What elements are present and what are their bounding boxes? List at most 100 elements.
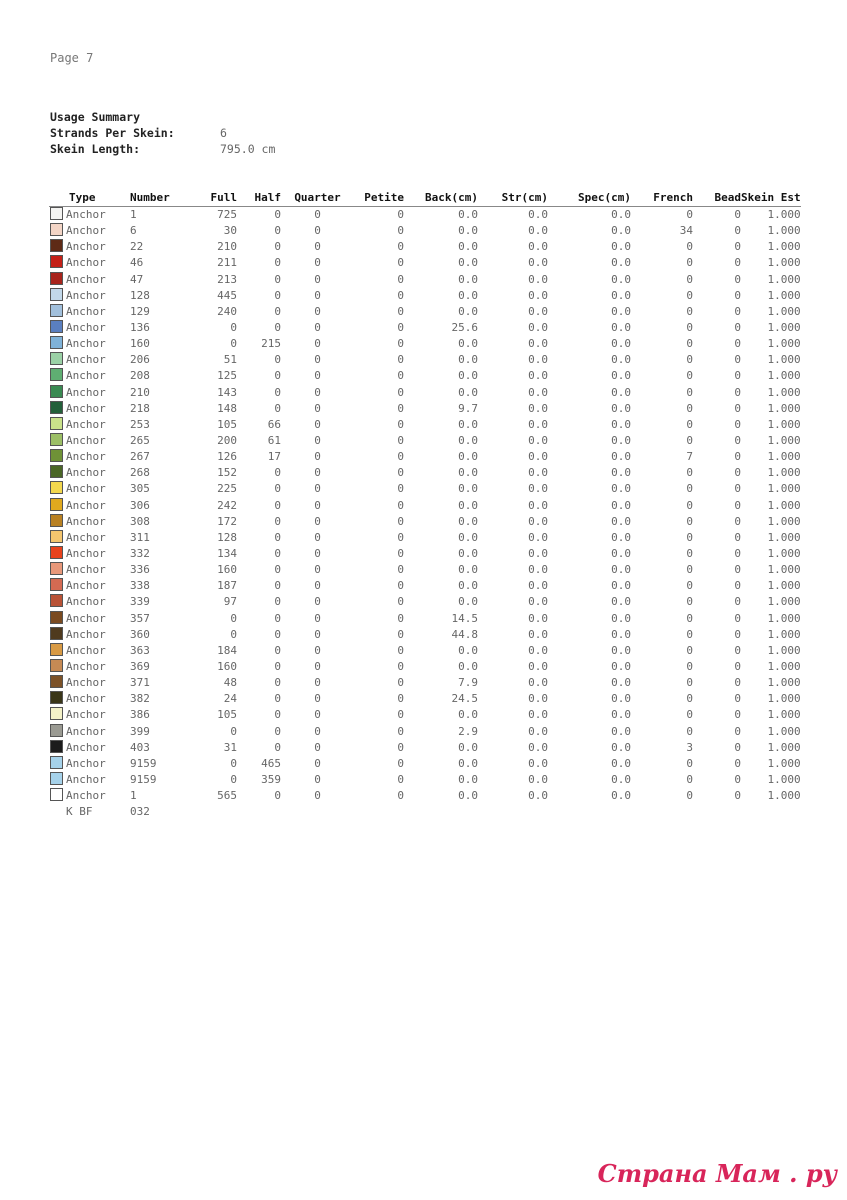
cell-quarter: 0 [314,595,321,609]
cell-petite: 0 [397,756,404,770]
cell-half: 0 [274,627,281,641]
cell-bead: 0 [734,627,741,641]
color-swatch [50,707,63,721]
cell-full: 225 [217,482,237,496]
cell-quarter: 0 [314,320,321,334]
cell-bead: 0 [734,563,741,577]
header-str: Str(cm) [478,188,548,207]
color-swatch [50,658,63,672]
cell-back: 0.0 [458,579,478,593]
cell-skein: 1.000 [767,611,801,625]
table-row: Anchor 9159 0 465 0 0 0.0 0.0 0.0 0 0 1.000 [49,755,801,772]
cell-french: 0 [686,256,693,270]
cell-back: 0.0 [458,433,478,447]
cell-full: 187 [217,579,237,593]
cell-skein: 1.000 [767,401,801,415]
cell-bead: 0 [734,659,741,673]
cell-spec: 0.0 [611,288,631,302]
cell-quarter: 0 [314,563,321,577]
cell-half: 0 [274,304,281,318]
cell-bead: 0 [734,450,741,464]
cell-french: 0 [686,304,693,318]
cell-french: 0 [686,692,693,706]
cell-type: Anchor [49,336,130,352]
cell-french: 0 [686,563,693,577]
cell-back: 0.0 [458,288,478,302]
cell-spec: 0.0 [611,708,631,722]
table-row: Anchor 357 0 0 0 0 14.5 0.0 0.0 0 0 1.000 [49,610,801,627]
color-swatch [50,319,63,333]
cell-number: 129 [130,304,150,318]
header-french: French [631,188,693,207]
cell-back: 0.0 [458,272,478,286]
cell-skein: 1.000 [767,772,801,786]
cell-french: 0 [686,320,693,334]
cell-skein: 1.000 [767,272,801,286]
cell-half: 0 [274,498,281,512]
cell-petite: 0 [397,659,404,673]
cell-type-text: Anchor [66,789,106,803]
cell-spec: 0.0 [611,498,631,512]
table-row: Anchor 360 0 0 0 0 44.8 0.0 0.0 0 0 1.000 [49,626,801,643]
cell-type: Anchor [49,497,130,514]
cell-petite: 0 [397,385,404,399]
cell-quarter: 0 [314,756,321,770]
table-row: Anchor K BF 1 032 565 0 0 0 0.0 0.0 0.0 … [49,788,801,820]
cell-full: 445 [217,288,237,302]
cell-skein: 1.000 [767,256,801,270]
cell-full: 125 [217,369,237,383]
table-row: Anchor 1 725 0 0 0 0.0 0.0 0.0 0 0 1.000 [49,207,801,224]
table-row: Anchor 9159 0 359 0 0 0.0 0.0 0.0 0 0 1.000 [49,771,801,788]
cell-skein: 1.000 [767,659,801,673]
cell-skein: 1.000 [767,433,801,447]
cell-str: 0.0 [528,353,548,367]
cell-french: 0 [686,643,693,657]
cell-skein: 1.000 [767,740,801,754]
color-swatch [50,739,63,753]
cell-str: 0.0 [528,433,548,447]
cell-petite: 0 [397,401,404,415]
table-row: Anchor 382 24 0 0 0 24.5 0.0 0.0 0 0 1.000 [49,691,801,707]
usage-table: Type Number Full Half Quarter Petite Bac… [49,188,801,820]
cell-quarter: 0 [314,627,321,641]
cell-str: 0.0 [528,724,548,738]
cell-str: 0.0 [528,320,548,334]
cell-spec: 0.0 [611,353,631,367]
cell-skein: 1.000 [767,385,801,399]
cell-number: 1 [130,208,137,221]
cell-skein: 1.000 [767,756,801,770]
cell-type-text: Anchor [66,692,106,706]
color-swatch [50,303,63,317]
cell-petite: 0 [397,643,404,657]
cell-str: 0.0 [528,482,548,496]
cell-skein: 1.000 [767,724,801,738]
cell-str: 0.0 [528,789,548,803]
cell-str: 0.0 [528,563,548,577]
cell-quarter: 0 [314,337,321,351]
table-row: Anchor 136 0 0 0 0 25.6 0.0 0.0 0 0 1.000 [49,319,801,336]
cell-spec: 0.0 [611,789,631,803]
cell-str: 0.0 [528,288,548,302]
cell-spec: 0.0 [611,595,631,609]
color-swatch [50,562,63,576]
cell-quarter: 0 [314,692,321,706]
cell-half: 0 [274,692,281,706]
table-row: Anchor 267 126 17 0 0 0.0 0.0 0.0 7 0 1.000 [49,449,801,465]
cell-str: 0.0 [528,256,548,270]
cell-full: 211 [217,256,237,270]
cell-spec: 0.0 [611,676,631,690]
cell-type-text: Anchor [66,401,106,415]
cell-french: 0 [686,482,693,496]
cell-back: 0.0 [458,789,478,803]
color-swatch [50,513,63,527]
table-row: Anchor 128 445 0 0 0 0.0 0.0 0.0 0 0 1.000 [49,287,801,304]
cell-quarter: 0 [314,304,321,318]
cell-petite: 0 [397,611,404,625]
cell-bead: 0 [734,740,741,754]
cell-half: 0 [274,563,281,577]
cell-type-text: Anchor [66,369,106,383]
cell-full: 160 [217,659,237,673]
cell-number: 403 [130,740,150,754]
cell-full: 143 [217,385,237,399]
cell-half: 0 [274,224,281,238]
